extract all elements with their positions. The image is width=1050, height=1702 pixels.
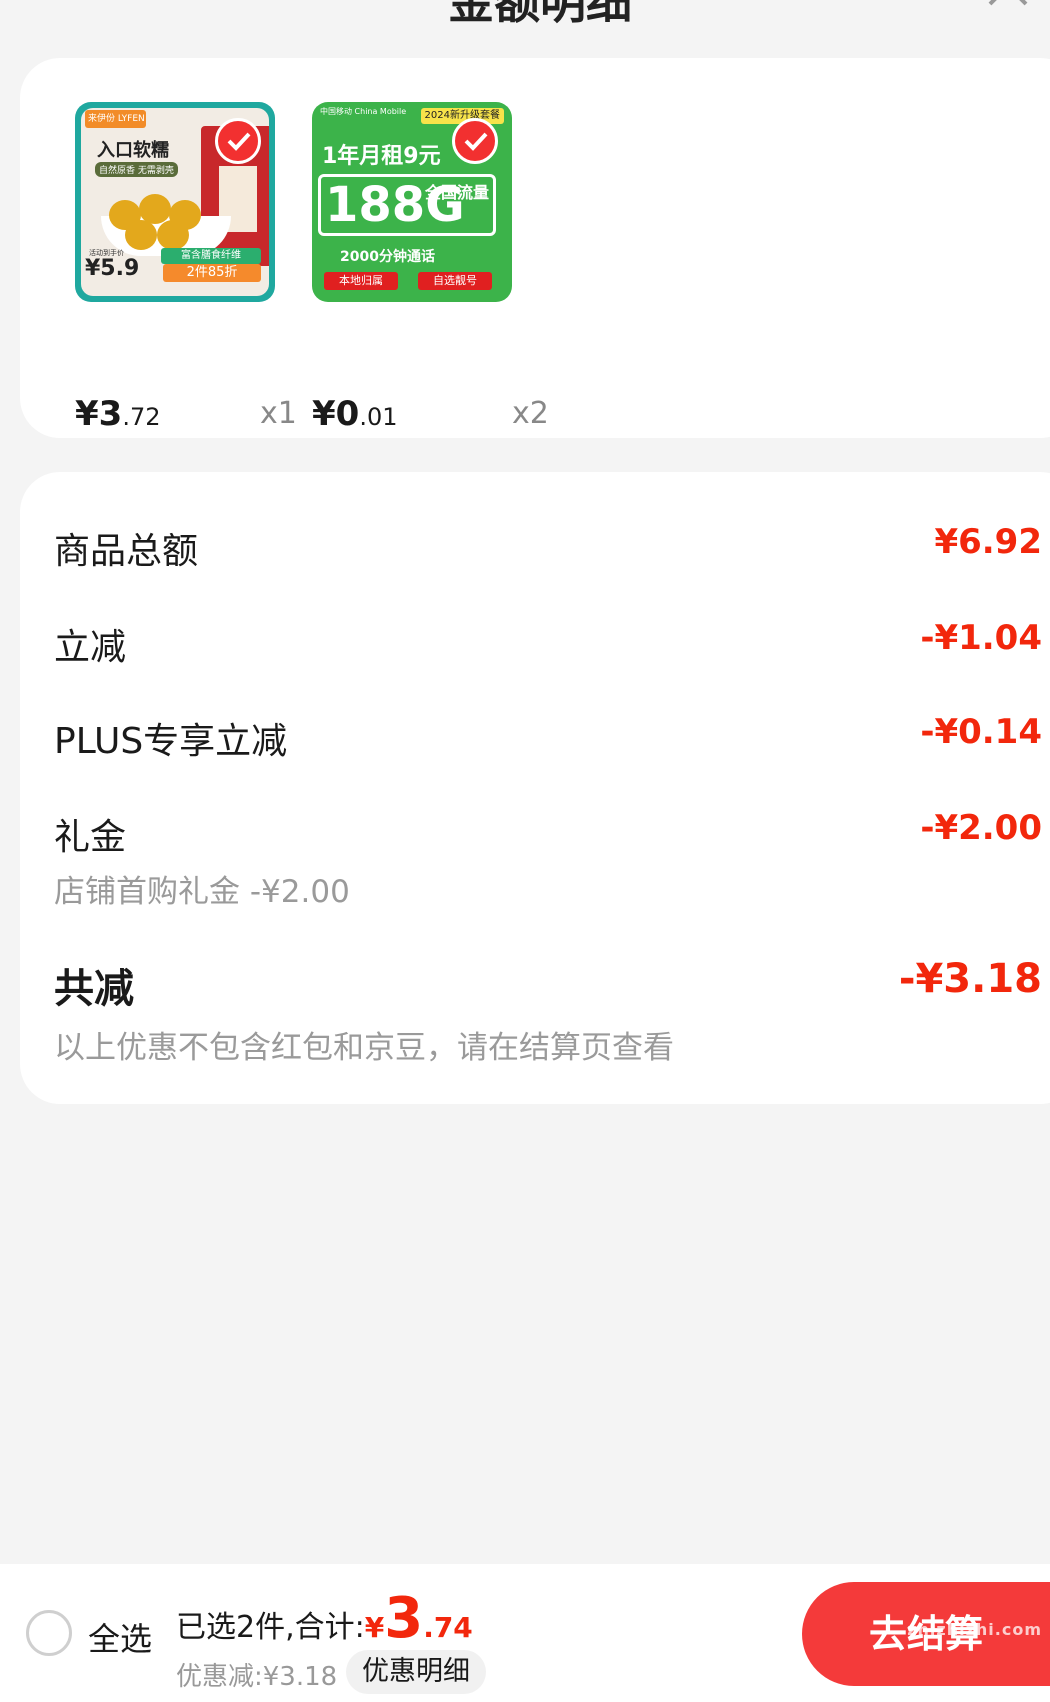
select-all-radio[interactable] bbox=[26, 1610, 72, 1656]
product-image[interactable]: 来伊份 LYFEN 入口软糯 自然原香 无需剥壳 富含膳食纤维 2件85折 活动… bbox=[75, 102, 275, 302]
detail-value: -¥0.14 bbox=[920, 712, 1042, 752]
price-integer: ¥3 bbox=[75, 394, 123, 434]
image-band: 富含膳食纤维 bbox=[161, 248, 261, 264]
image-title: 1年月租9元 bbox=[322, 144, 441, 169]
checked-icon[interactable] bbox=[215, 118, 261, 164]
checked-icon[interactable] bbox=[452, 118, 498, 164]
product-price: ¥0.01 bbox=[312, 394, 398, 434]
products-card: 来伊份 LYFEN 入口软糯 自然原香 无需剥壳 富含膳食纤维 2件85折 活动… bbox=[20, 58, 1050, 438]
detail-label: 礼金 bbox=[54, 817, 127, 858]
product-image[interactable]: 中国移动 China Mobile 2024新升级套餐 1年月租9元 188G … bbox=[312, 102, 512, 302]
close-icon bbox=[988, 0, 1028, 6]
checkout-button[interactable]: 去结算 zhizhizhi.com bbox=[802, 1582, 1050, 1686]
price-row: ¥3.72 x1 bbox=[75, 394, 335, 434]
data-plan-box: 188G 全国流量 bbox=[318, 174, 496, 236]
brand-logo: 来伊份 LYFEN bbox=[85, 110, 146, 128]
data-scope: 全国流量 bbox=[424, 183, 489, 202]
image-subtitle: 自然原香 无需剥壳 bbox=[95, 162, 178, 177]
discount-detail-button[interactable]: 优惠明细 bbox=[346, 1650, 486, 1694]
image-tag: 自选靓号 bbox=[418, 272, 492, 290]
image-price: ¥5.9 bbox=[85, 256, 140, 281]
amount-detail-sheet: 金额明细 来伊份 LYFEN 入口软糯 自然原香 无需剥壳 富含膳食纤维 2件8… bbox=[0, 0, 1050, 1702]
product-quantity: x1 bbox=[260, 396, 297, 431]
carrier-logo: 中国移动 China Mobile bbox=[320, 107, 407, 116]
price-decimal: .01 bbox=[359, 403, 398, 431]
detail-note: 以上优惠不包含红包和京豆，请在结算页查看 bbox=[54, 1030, 674, 1066]
total-integer: 3 bbox=[384, 1586, 424, 1651]
chestnut-graphic bbox=[125, 220, 157, 250]
image-tag: 本地归属 bbox=[324, 272, 398, 290]
close-button[interactable] bbox=[982, 0, 1042, 20]
product-quantity: x2 bbox=[512, 396, 549, 431]
discount-amount: 优惠减:¥3.18 bbox=[176, 1662, 338, 1692]
price-integer: ¥0 bbox=[312, 394, 360, 434]
detail-note: 店铺首购礼金 -¥2.00 bbox=[54, 874, 350, 910]
detail-label: 共减 bbox=[54, 966, 134, 1012]
watermark: zhizhizhi.com bbox=[907, 1620, 1042, 1639]
price-decimal: .72 bbox=[122, 403, 161, 431]
detail-value: -¥2.00 bbox=[920, 808, 1042, 848]
total-decimal: .74 bbox=[423, 1611, 473, 1644]
detail-value: ¥6.92 bbox=[934, 522, 1042, 562]
selected-count-text: 已选2件,合计: bbox=[176, 1610, 365, 1645]
detail-label: PLUS专享立减 bbox=[54, 721, 288, 762]
detail-value: -¥3.18 bbox=[898, 956, 1042, 1002]
image-discount-band: 2件85折 bbox=[163, 264, 261, 282]
amount-details-card: 商品总额 ¥6.92 立减 -¥1.04 PLUS专享立减 -¥0.14 礼金 … bbox=[20, 472, 1050, 1104]
sheet-title: 金额明细 bbox=[448, 0, 632, 29]
total-currency: ¥ bbox=[364, 1611, 385, 1644]
checkout-bar: 全选 已选2件,合计:¥3.74 优惠减:¥3.18 优惠明细 去结算 zhiz… bbox=[0, 1564, 1050, 1702]
product-price: ¥3.72 bbox=[75, 394, 161, 434]
detail-label: 商品总额 bbox=[54, 531, 199, 572]
detail-label: 立减 bbox=[54, 627, 127, 668]
chestnut-graphic bbox=[157, 220, 189, 250]
product-item[interactable]: 中国移动 China Mobile 2024新升级套餐 1年月租9元 188G … bbox=[312, 102, 549, 434]
image-title: 入口软糯 bbox=[97, 140, 169, 161]
selection-summary: 已选2件,合计:¥3.74 bbox=[176, 1586, 473, 1651]
price-row: ¥0.01 x2 bbox=[312, 394, 572, 434]
select-all-label[interactable]: 全选 bbox=[88, 1614, 152, 1660]
detail-value: -¥1.04 bbox=[920, 618, 1042, 658]
product-item[interactable]: 来伊份 LYFEN 入口软糯 自然原香 无需剥壳 富含膳食纤维 2件85折 活动… bbox=[75, 102, 297, 434]
call-minutes: 2000分钟通话 bbox=[340, 249, 435, 265]
